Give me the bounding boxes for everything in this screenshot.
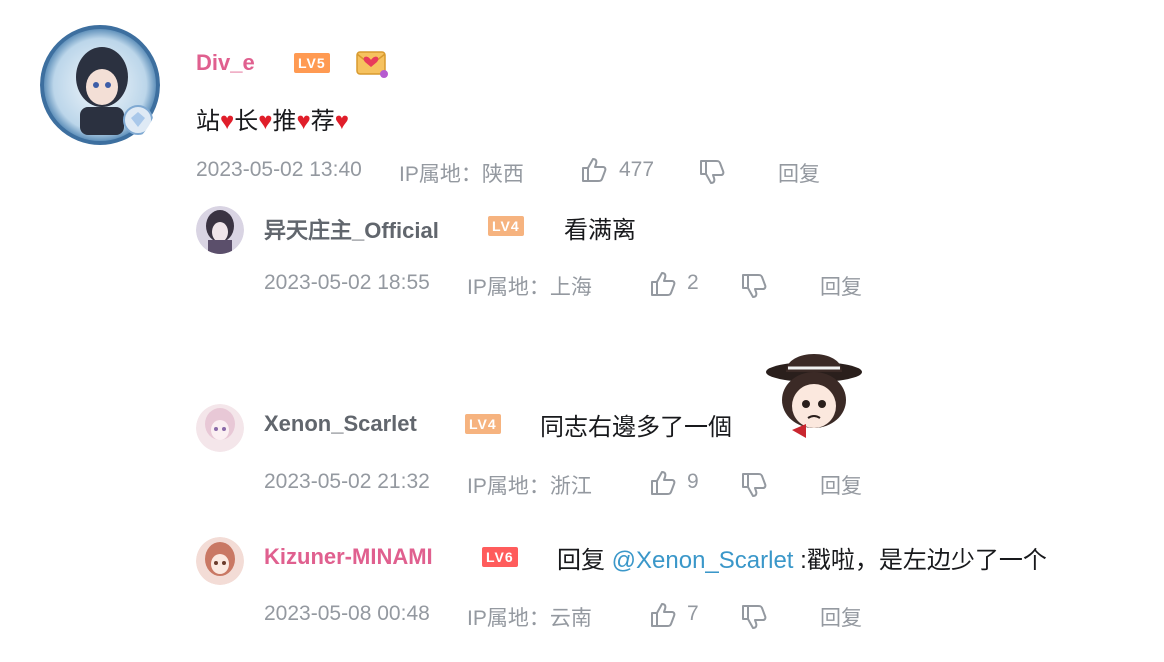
comment-text: 长 xyxy=(234,108,259,135)
like-button[interactable] xyxy=(580,156,608,189)
comment-text: 站 xyxy=(196,108,220,135)
heart-emoji: ♥ xyxy=(334,108,349,135)
ip-location: IP属地：浙江 xyxy=(467,475,592,498)
level-badge: LV5 xyxy=(294,53,330,73)
thumb-down-icon xyxy=(742,473,767,497)
comment-text: 推 xyxy=(272,108,297,135)
like-button[interactable] xyxy=(649,601,677,634)
ip-location: IP属地：陕西 xyxy=(399,163,524,186)
envelope-heart-badge-icon xyxy=(354,44,390,80)
thumb-down-icon xyxy=(742,274,767,298)
dislike-button[interactable] xyxy=(740,471,768,504)
thumb-up-icon xyxy=(651,471,676,495)
dislike-button[interactable] xyxy=(740,603,768,636)
timestamp: 2023-05-02 21:32 xyxy=(264,470,430,493)
dislike-button[interactable] xyxy=(698,158,726,191)
username-div-e[interactable]: Div_e xyxy=(196,50,255,76)
avatar-xenon[interactable] xyxy=(196,404,244,452)
mention-link[interactable]: @Xenon_Scarlet xyxy=(612,547,794,574)
level-badge: LV4 xyxy=(488,216,524,236)
reply-button[interactable]: 回复 xyxy=(778,158,820,188)
username-kizuner[interactable]: Kizuner-MINAMI xyxy=(264,544,433,570)
level-badge: LV6 xyxy=(482,547,518,567)
username-xenon[interactable]: Xenon_Scarlet xyxy=(264,411,417,437)
timestamp: 2023-05-08 00:48 xyxy=(264,602,430,625)
heart-emoji: ♥ xyxy=(258,108,273,135)
comment-content: 看满离 xyxy=(564,217,636,244)
reply-button[interactable]: 回复 xyxy=(820,602,862,632)
reply-button[interactable]: 回复 xyxy=(820,470,862,500)
comment-text: :戳啦，是左边少了一个 xyxy=(800,547,1047,574)
comment-content: 回复 @Xenon_Scarlet :戳啦，是左边少了一个 xyxy=(557,540,1047,575)
comment-content: 站♥长♥推♥荐♥ xyxy=(196,101,349,136)
username-yitian[interactable]: 异天庄主_Official xyxy=(264,213,439,245)
reply-prefix: 回复 xyxy=(557,547,605,574)
avatar-yitian[interactable] xyxy=(196,206,244,254)
comment-text: 荐 xyxy=(310,108,335,135)
thumb-up-icon xyxy=(651,272,676,296)
timestamp: 2023-05-02 18:55 xyxy=(264,271,430,294)
avatar-kizuner[interactable] xyxy=(196,537,244,585)
sticker-image xyxy=(762,342,866,442)
level-badge: LV4 xyxy=(465,414,501,434)
like-count: 477 xyxy=(619,158,655,181)
thumb-down-icon xyxy=(742,605,767,629)
like-count: 2 xyxy=(687,271,699,294)
comment-content: 同志右邊多了一個 xyxy=(540,414,732,441)
ip-location: IP属地：云南 xyxy=(467,607,592,630)
timestamp: 2023-05-02 13:40 xyxy=(196,158,362,181)
heart-emoji: ♥ xyxy=(220,108,235,135)
thumb-down-icon xyxy=(700,160,725,184)
like-button[interactable] xyxy=(649,270,677,303)
reply-button[interactable]: 回复 xyxy=(820,271,862,301)
ip-location: IP属地：上海 xyxy=(467,276,592,299)
like-count: 9 xyxy=(687,470,699,493)
avatar-div-e[interactable] xyxy=(40,15,160,155)
like-count: 7 xyxy=(687,602,699,625)
heart-emoji: ♥ xyxy=(296,108,311,135)
thumb-up-icon xyxy=(651,603,676,627)
thumb-up-icon xyxy=(582,158,607,182)
like-button[interactable] xyxy=(649,469,677,502)
dislike-button[interactable] xyxy=(740,272,768,305)
